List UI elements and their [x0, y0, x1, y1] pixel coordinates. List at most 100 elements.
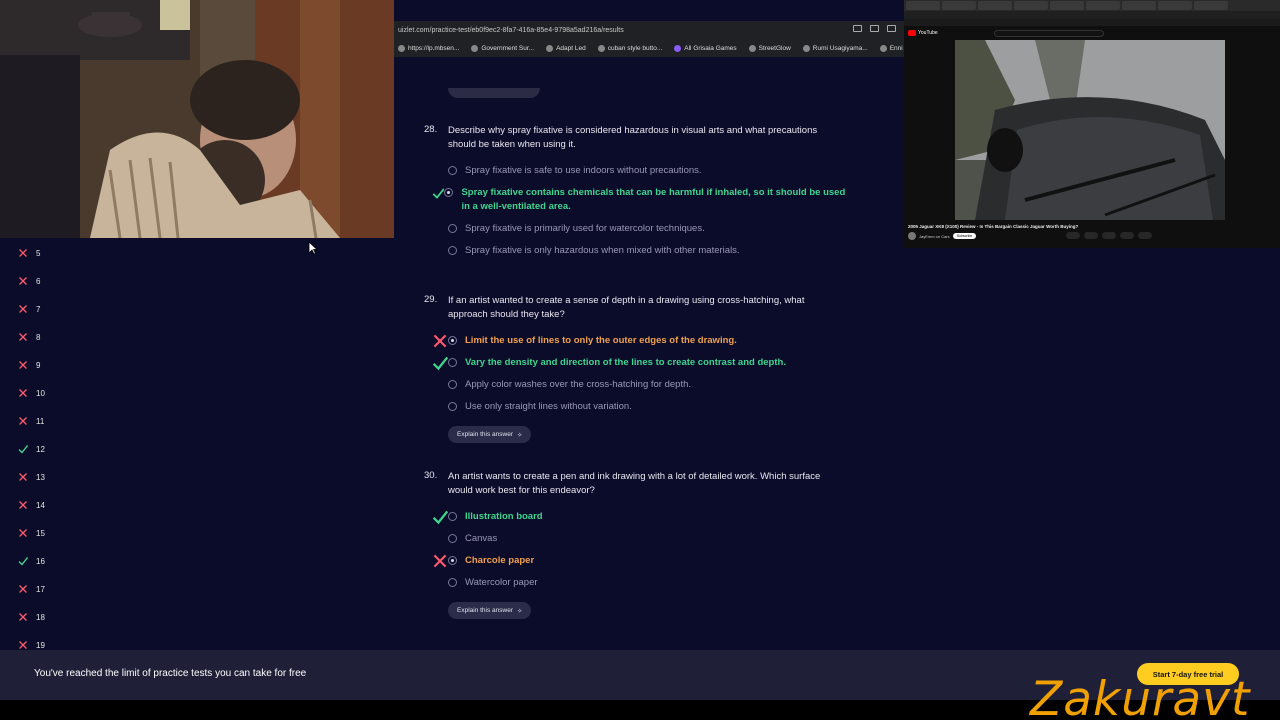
radio-icon	[448, 512, 457, 521]
answer-option[interactable]: Spray fixative contains chemicals that c…	[432, 186, 848, 214]
sidebar-question-item[interactable]: 11	[18, 415, 44, 427]
question-number: 9	[36, 360, 41, 370]
video-title[interactable]: 2005 Jaguar XK8 (X100) Review - Is This …	[908, 224, 1078, 229]
browser-tab[interactable]	[1086, 1, 1120, 10]
sidebar-question-item[interactable]: 13	[18, 471, 45, 483]
bookmark-item[interactable]: Enni	[879, 41, 903, 55]
yt-address-bar[interactable]	[904, 11, 1280, 19]
question-number: 6	[36, 276, 41, 286]
question-number: 16	[36, 556, 45, 566]
x-icon	[18, 528, 28, 538]
radio-icon	[448, 246, 457, 255]
sidebar-question-item[interactable]: 10	[18, 387, 45, 399]
x-icon	[18, 472, 28, 482]
answer-option[interactable]: Canvas	[448, 532, 848, 546]
answer-text: Apply color washes over the cross-hatchi…	[465, 379, 692, 390]
youtube-window: YouTube 2005 Jaguar XK8 (X100) Review - …	[904, 0, 1280, 248]
sidebar-question-item[interactable]: 7	[18, 303, 40, 315]
subscribe-button[interactable]: Subscribe	[952, 233, 977, 239]
channel-row: JayEmm on Cars Subscribe	[908, 232, 977, 240]
play-icon[interactable]	[870, 25, 879, 32]
x-icon	[18, 360, 28, 370]
question-number: 12	[36, 444, 45, 454]
blank-marker	[432, 244, 448, 258]
bookmark-favicon-icon	[398, 44, 405, 52]
sidebar-question-item[interactable]: 15	[18, 527, 45, 539]
question-number: 5	[36, 248, 41, 258]
browser-tab[interactable]	[1194, 1, 1228, 10]
browser-tab[interactable]	[978, 1, 1012, 10]
bookmark-item[interactable]: cuban style butto...	[597, 41, 662, 55]
youtube-play-icon	[908, 30, 916, 36]
bookmark-item[interactable]: Rumi Usagiyama...	[802, 41, 868, 55]
video-player[interactable]	[955, 40, 1225, 220]
answer-text: Use only straight lines without variatio…	[465, 401, 632, 412]
question-text: An artist wants to create a pen and ink …	[448, 471, 821, 496]
sidebar-question-item[interactable]: 5	[18, 247, 40, 259]
answer-option[interactable]: Vary the density and direction of the li…	[432, 356, 848, 371]
x-icon	[18, 640, 28, 650]
clip-button[interactable]	[1120, 232, 1134, 239]
bookmarks-bar: https://lp.mbsen... Government Sur... Ad…	[398, 41, 903, 55]
answer-option[interactable]: Limit the use of lines to only the outer…	[433, 334, 848, 348]
browser-tab[interactable]	[1122, 1, 1156, 10]
youtube-logo[interactable]: YouTube	[908, 30, 938, 36]
browser-tab[interactable]	[1014, 1, 1048, 10]
bookmark-item[interactable]: All Grisaia Games	[674, 41, 737, 55]
answer-option[interactable]: Spray fixative is safe to use indoors wi…	[448, 164, 848, 178]
sidebar-question-item[interactable]: 12	[18, 443, 45, 455]
radio-icon	[448, 336, 457, 345]
download-button[interactable]	[1102, 232, 1116, 239]
answer-option[interactable]: Spray fixative is primarily used for wat…	[448, 222, 848, 236]
bookmark-star-icon[interactable]	[887, 25, 896, 32]
address-bar[interactable]: uizlet.com/practice-test/eb0f9ec2-8fa7-4…	[394, 24, 904, 38]
sidebar-question-item[interactable]: 6	[18, 275, 40, 287]
answer-option[interactable]: Charcole paper	[433, 554, 848, 568]
toolbar-icons	[853, 25, 896, 32]
answer-option[interactable]: Watercolor paper	[448, 576, 848, 590]
sidebar-question-item[interactable]: 17	[18, 583, 45, 595]
sidebar-question-item[interactable]: 14	[18, 499, 45, 511]
browser-tab[interactable]	[906, 1, 940, 10]
browser-tab[interactable]	[942, 1, 976, 10]
bookmark-item[interactable]: StreetGlow	[748, 41, 791, 55]
bookmark-item[interactable]: Adapt Led	[546, 41, 586, 55]
radio-icon	[448, 556, 457, 565]
answer-option[interactable]: Spray fixative is only hazardous when mi…	[448, 244, 848, 258]
check-icon	[18, 556, 28, 566]
channel-avatar[interactable]	[908, 232, 916, 240]
answer-option[interactable]: Apply color washes over the cross-hatchi…	[448, 378, 848, 392]
browser-tab[interactable]	[1158, 1, 1192, 10]
sidebar-question-item[interactable]: 8	[18, 331, 40, 343]
sidebar-question-item[interactable]: 16	[18, 555, 45, 567]
channel-name[interactable]: JayEmm on Cars	[919, 234, 950, 239]
answer-text: Spray fixative contains chemicals that c…	[461, 187, 846, 212]
answer-text: Charcole paper	[465, 555, 535, 566]
explain-answer-button[interactable]: Explain this answer ✧	[448, 602, 532, 619]
x-icon	[18, 416, 28, 426]
save-button[interactable]	[1138, 232, 1152, 239]
answer-text: Limit the use of lines to only the outer…	[465, 335, 737, 346]
question-number: 17	[36, 584, 45, 594]
x-icon	[18, 500, 28, 510]
share-button[interactable]	[1084, 232, 1098, 239]
bookmark-item[interactable]: Government Sur...	[471, 41, 534, 55]
question-number: 28.	[424, 124, 438, 135]
stream-watermark: Zakuravt	[1030, 672, 1251, 720]
webcam-image	[0, 0, 394, 238]
answer-option[interactable]: Illustration board	[432, 510, 848, 525]
bookmark-item[interactable]: https://lp.mbsen...	[398, 41, 459, 55]
yt-bookmarks-bar	[904, 19, 1280, 26]
previous-explain-button[interactable]	[448, 88, 540, 98]
answer-option[interactable]: Use only straight lines without variatio…	[448, 400, 848, 414]
radio-icon	[448, 380, 457, 389]
webcam-feed	[0, 0, 394, 238]
screen-icon[interactable]	[853, 25, 862, 32]
blank-marker	[432, 576, 448, 590]
browser-tab[interactable]	[1050, 1, 1084, 10]
sidebar-question-item[interactable]: 18	[18, 611, 45, 623]
sidebar-question-item[interactable]: 9	[18, 359, 40, 371]
yt-search-input[interactable]	[994, 30, 1104, 37]
explain-answer-button[interactable]: Explain this answer ✧	[448, 426, 532, 443]
like-button[interactable]	[1066, 232, 1080, 239]
